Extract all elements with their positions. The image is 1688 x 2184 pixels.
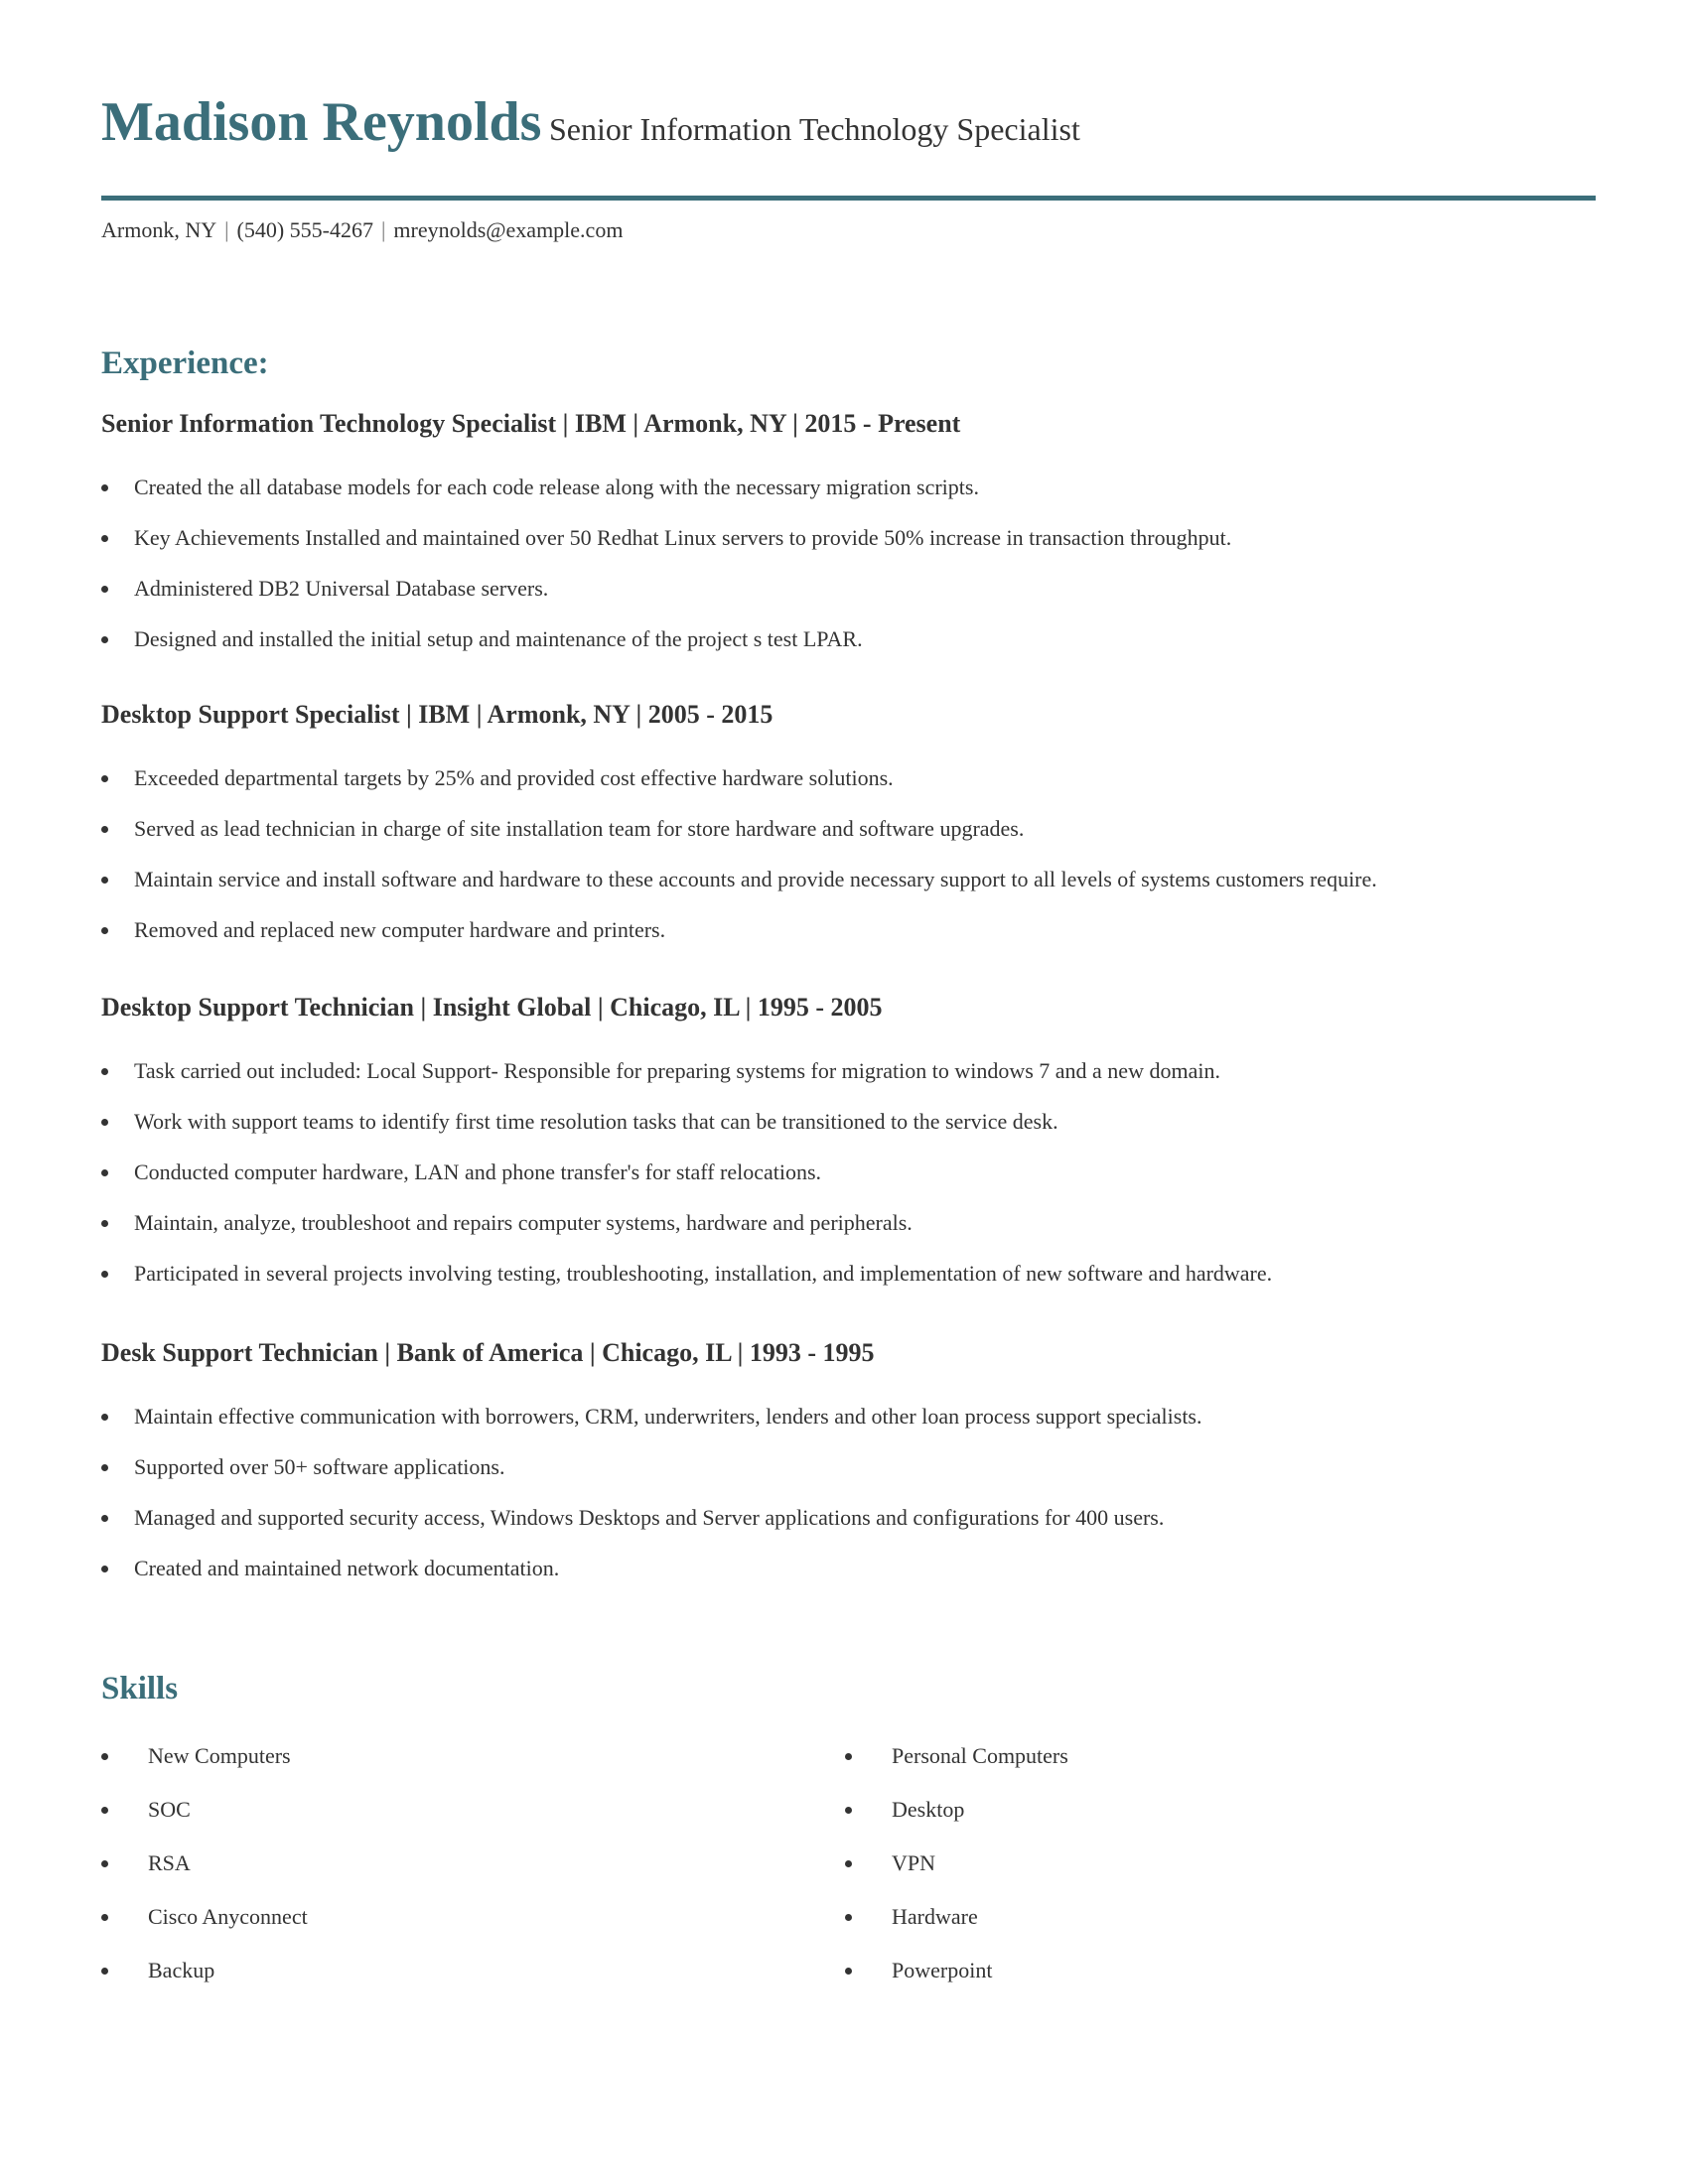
bullet-dot-icon — [101, 1860, 108, 1867]
bullet-dot-icon — [101, 1220, 108, 1227]
job-bullet-text: Created and maintained network documenta… — [134, 1556, 560, 1580]
bullet-dot-icon — [101, 877, 108, 884]
header-divider — [101, 196, 1596, 201]
skill-label: New Computers — [148, 1743, 291, 1768]
skill-label: Desktop — [892, 1797, 965, 1822]
skill-label: Hardware — [892, 1904, 978, 1929]
job-bullet-text: Work with support teams to identify firs… — [134, 1109, 1058, 1134]
bullet-dot-icon — [101, 484, 108, 491]
candidate-title: Senior Information Technology Specialist — [549, 111, 1080, 147]
job-bullet-text: Designed and installed the initial setup… — [134, 626, 863, 651]
bullet-dot-icon — [845, 1807, 852, 1814]
job-bullet-text: Key Achievements Installed and maintaine… — [134, 525, 1232, 550]
contact-separator: | — [224, 217, 229, 242]
job-bullet-text: Supported over 50+ software applications… — [134, 1454, 505, 1479]
bullet-dot-icon — [101, 636, 108, 643]
contact-email[interactable]: mreynolds@example.com — [393, 217, 623, 242]
job-bullet-text: Maintain effective communication with bo… — [134, 1404, 1202, 1429]
job-bullet-text: Participated in several projects involvi… — [134, 1261, 1273, 1286]
job-bullet-text: Task carried out included: Local Support… — [134, 1058, 1220, 1083]
skill-label: VPN — [892, 1850, 936, 1875]
job-title: Desktop Support Specialist | IBM | Armon… — [101, 700, 774, 729]
candidate-name: Madison Reynolds — [101, 91, 542, 153]
contact-line: Armonk, NY | (540) 555-4267 | mreynolds@exam… — [101, 215, 623, 245]
bullet-dot-icon — [101, 1566, 108, 1572]
bullet-dot-icon — [101, 1414, 108, 1421]
job-title: Desk Support Technician | Bank of Americ… — [101, 1338, 875, 1367]
bullet-dot-icon — [101, 1169, 108, 1176]
job-bullet-text: Conducted computer hardware, LAN and pho… — [134, 1160, 822, 1184]
contact-separator: | — [381, 217, 386, 242]
bullet-dot-icon — [101, 1515, 108, 1522]
job-bullet-text: Maintain, analyze, troubleshoot and repa… — [134, 1210, 913, 1235]
job-bullet-text: Maintain service and install software an… — [134, 867, 1377, 891]
bullet-dot-icon — [845, 1968, 852, 1975]
job-bullet-text: Administered DB2 Universal Database serv… — [134, 576, 549, 601]
skill-label: RSA — [148, 1850, 191, 1875]
skill-label: Powerpoint — [892, 1958, 993, 1982]
bullet-dot-icon — [101, 1464, 108, 1471]
bullet-dot-icon — [101, 535, 108, 542]
bullet-dot-icon — [101, 826, 108, 833]
job-bullet-text: Created the all database models for each… — [134, 475, 979, 499]
job-bullet-text: Removed and replaced new computer hardwa… — [134, 917, 666, 942]
bullet-dot-icon — [845, 1860, 852, 1867]
job-bullet-text: Managed and supported security access, W… — [134, 1505, 1165, 1530]
bullet-dot-icon — [101, 1753, 108, 1760]
bullet-dot-icon — [101, 927, 108, 934]
skill-label: SOC — [148, 1797, 191, 1822]
bullet-dot-icon — [101, 1119, 108, 1126]
experience-heading: Experience: — [101, 345, 269, 381]
bullet-dot-icon — [101, 1068, 108, 1075]
skill-label: Personal Computers — [892, 1743, 1068, 1768]
contact-location: Armonk, NY — [101, 217, 217, 242]
bullet-dot-icon — [101, 586, 108, 593]
bullet-dot-icon — [101, 1914, 108, 1921]
bullet-dot-icon — [101, 775, 108, 782]
job-title: Desktop Support Technician | Insight Glo… — [101, 993, 883, 1022]
contact-phone: (540) 555-4267 — [236, 217, 373, 242]
job-bullet-text: Exceeded departmental targets by 25% and… — [134, 765, 894, 790]
bullet-dot-icon — [845, 1753, 852, 1760]
job-title: Senior Information Technology Specialist… — [101, 409, 961, 438]
bullet-dot-icon — [101, 1968, 108, 1975]
job-bullet-text: Served as lead technician in charge of s… — [134, 816, 1025, 841]
bullet-dot-icon — [101, 1271, 108, 1278]
skill-label: Cisco Anyconnect — [148, 1904, 308, 1929]
skills-heading: Skills — [101, 1671, 179, 1706]
skill-label: Backup — [148, 1958, 215, 1982]
bullet-dot-icon — [845, 1914, 852, 1921]
bullet-dot-icon — [101, 1807, 108, 1814]
